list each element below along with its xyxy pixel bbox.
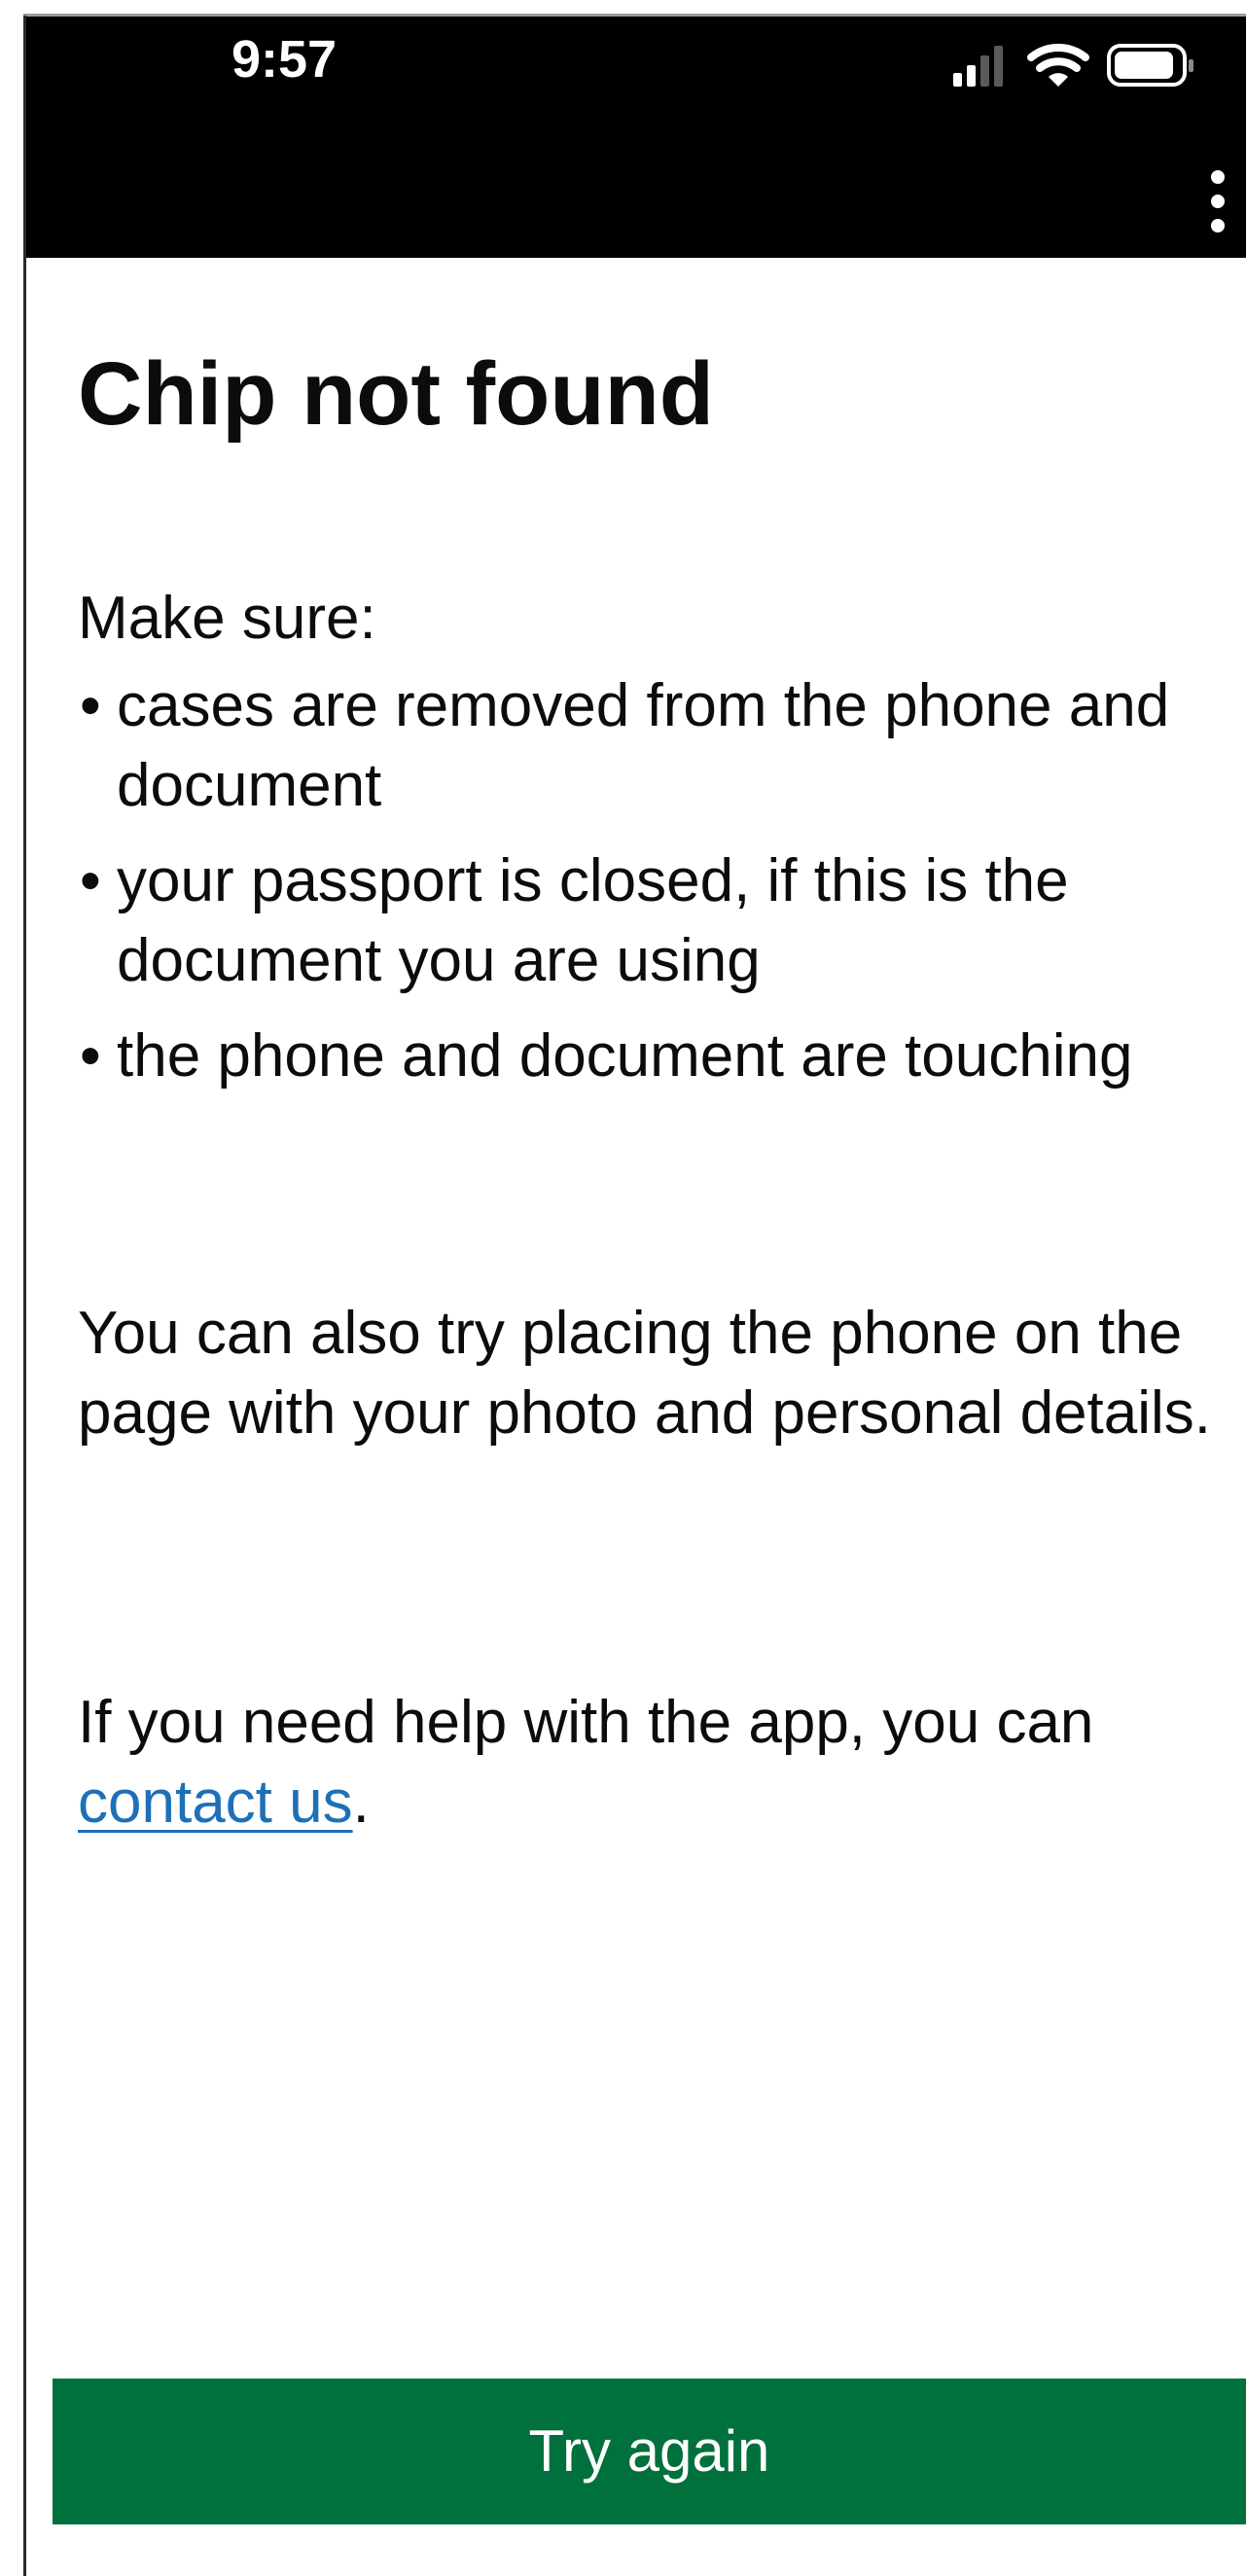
placement-tip: You can also try placing the phone on th… [78,1300,1212,1447]
bullet-dot: • [80,1022,101,1090]
help-text: If you need help with the app, you can [78,1689,1094,1756]
list-item: • your passport is closed, if this is th… [78,841,1196,1001]
list-item: • the phone and document are touching [78,1017,1196,1096]
page-title: Chip not found [78,344,714,444]
more-options-icon[interactable] [1193,167,1242,235]
status-icons [953,44,1193,87]
list-item-text: the phone and document are touching [117,1022,1133,1090]
wifi-icon [1027,44,1089,87]
bullet-dot: • [80,847,101,914]
bullet-dot: • [80,672,101,739]
intro-text: Make sure: [78,585,376,652]
status-time: 9:57 [231,30,338,89]
battery-icon [1107,44,1193,87]
list-item: • cases are removed from the phone and d… [78,666,1196,826]
checklist: • cases are removed from the phone and d… [78,666,1196,1112]
list-item-text: cases are removed from the phone and doc… [117,672,1170,819]
top-bar: 9:57 [26,17,1246,258]
help-paragraph: If you need help with the app, you can c… [78,1683,1226,1843]
list-item-text: your passport is closed, if this is the … [117,847,1069,994]
app-screen: 9:57 Chip not found Make sure: • cases a… [0,0,1246,2576]
screen-frame-left [23,16,26,2576]
help-end: . [352,1769,370,1836]
contact-us-link[interactable]: contact us [78,1769,353,1836]
cellular-signal-icon [953,46,1003,87]
try-again-button[interactable]: Try again [53,2379,1246,2524]
